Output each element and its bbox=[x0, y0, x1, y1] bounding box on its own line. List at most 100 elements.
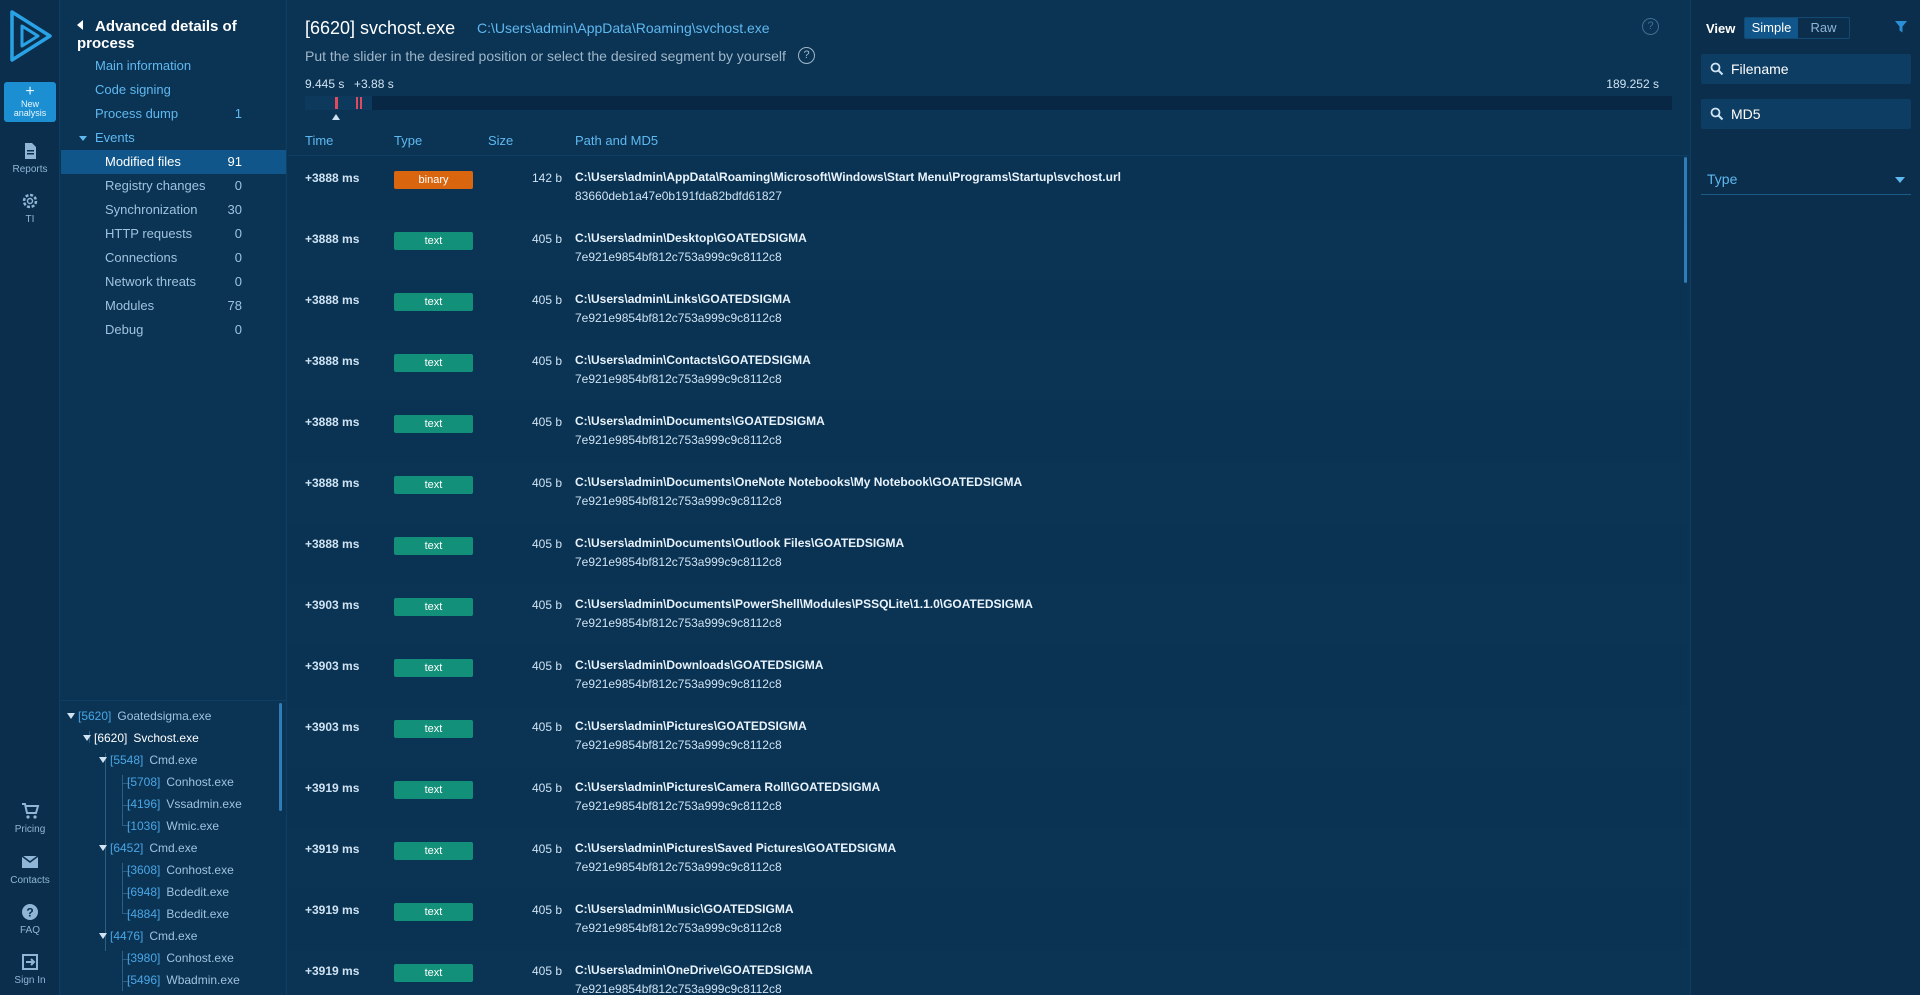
tree-node-name: Conhost.exe bbox=[166, 863, 234, 877]
row-path[interactable]: C:\Users\admin\Pictures\Camera Roll\GOAT… bbox=[575, 780, 880, 794]
new-analysis-button[interactable]: + New analysis bbox=[4, 82, 56, 122]
row-path[interactable]: C:\Users\admin\Links\GOATEDSIGMA bbox=[575, 292, 791, 306]
timeline-slider[interactable] bbox=[305, 96, 1672, 110]
row-path[interactable]: C:\Users\admin\OneDrive\GOATEDSIGMA bbox=[575, 963, 813, 977]
tree-node-name: Cmd.exe bbox=[149, 753, 198, 767]
table-row[interactable]: +3919 ms text 405 b C:\Users\admin\Music\GO… bbox=[288, 889, 1687, 950]
table-row[interactable]: +3888 ms text 405 b C:\Users\admin\Links\GO… bbox=[288, 279, 1687, 340]
row-md5[interactable]: 7e921e9854bf812c753a999c9c8112c8 bbox=[575, 555, 782, 569]
table-row[interactable]: +3903 ms text 405 b C:\Users\admin\Pictures… bbox=[288, 706, 1687, 767]
row-md5[interactable]: 7e921e9854bf812c753a999c9c8112c8 bbox=[575, 372, 782, 386]
reports-button[interactable]: Reports bbox=[0, 141, 60, 175]
ti-button[interactable]: TI bbox=[0, 191, 60, 225]
row-md5[interactable]: 7e921e9854bf812c753a999c9c8112c8 bbox=[575, 860, 782, 874]
contacts-button[interactable]: Contacts bbox=[0, 852, 60, 886]
tree-node-selected[interactable]: [6620] Svchost.exe bbox=[83, 728, 199, 748]
row-md5[interactable]: 7e921e9854bf812c753a999c9c8112c8 bbox=[575, 677, 782, 691]
nav-code-signing[interactable]: Code signing bbox=[61, 78, 286, 102]
tree-node[interactable]: [5496] Wbadmin.exe bbox=[127, 970, 240, 990]
row-path[interactable]: C:\Users\admin\Documents\Outlook Files\G… bbox=[575, 536, 904, 550]
nav-process-dump[interactable]: Process dump 1 bbox=[61, 102, 286, 126]
table-row[interactable]: +3888 ms binary 142 b C:\Users\admin\AppDat… bbox=[288, 157, 1687, 218]
table-row[interactable]: +3919 ms text 405 b C:\Users\admin\OneDrive… bbox=[288, 950, 1687, 995]
tree-node[interactable]: [5620] Goatedsigma.exe bbox=[67, 706, 211, 726]
row-path[interactable]: C:\Users\admin\Contacts\GOATEDSIGMA bbox=[575, 353, 811, 367]
row-path[interactable]: C:\Users\admin\Music\GOATEDSIGMA bbox=[575, 902, 793, 916]
mail-icon bbox=[21, 855, 39, 868]
table-row[interactable]: +3888 ms text 405 b C:\Users\admin\Document… bbox=[288, 523, 1687, 584]
question-icon[interactable]: ? bbox=[798, 47, 815, 64]
row-path[interactable]: C:\Users\admin\Documents\PowerShell\Modu… bbox=[575, 597, 1033, 611]
nav-events[interactable]: Events bbox=[61, 126, 286, 150]
tree-node[interactable]: [3980] Conhost.exe bbox=[127, 948, 234, 968]
column-path[interactable]: Path and MD5 bbox=[575, 133, 658, 148]
column-size[interactable]: Size bbox=[488, 133, 513, 148]
table-row[interactable]: +3903 ms text 405 b C:\Users\admin\Download… bbox=[288, 645, 1687, 706]
table-row[interactable]: +3903 ms text 405 b C:\Users\admin\Document… bbox=[288, 584, 1687, 645]
tree-node[interactable]: [3608] Conhost.exe bbox=[127, 860, 234, 880]
row-md5[interactable]: 7e921e9854bf812c753a999c9c8112c8 bbox=[575, 311, 782, 325]
type-select[interactable]: Type bbox=[1701, 163, 1911, 195]
row-md5[interactable]: 7e921e9854bf812c753a999c9c8112c8 bbox=[575, 982, 782, 995]
row-path[interactable]: C:\Users\admin\Downloads\GOATEDSIGMA bbox=[575, 658, 823, 672]
tree-scrollbar[interactable] bbox=[279, 703, 282, 811]
nav-item-network-threats[interactable]: Network threats 0 bbox=[61, 270, 286, 294]
contacts-label: Contacts bbox=[10, 875, 50, 886]
tree-node[interactable]: [5708] Conhost.exe bbox=[127, 772, 234, 792]
table-row[interactable]: +3919 ms text 405 b C:\Users\admin\Pictures… bbox=[288, 828, 1687, 889]
nav-item-modules[interactable]: Modules 78 bbox=[61, 294, 286, 318]
table-scrollbar[interactable] bbox=[1684, 157, 1687, 283]
tree-node[interactable]: [6452] Cmd.exe bbox=[99, 838, 197, 858]
row-md5[interactable]: 7e921e9854bf812c753a999c9c8112c8 bbox=[575, 494, 782, 508]
tree-node[interactable]: [4196] Vssadmin.exe bbox=[127, 794, 242, 814]
help-icon[interactable]: ? bbox=[1642, 18, 1659, 35]
table-row[interactable]: +3888 ms text 405 b C:\Users\admin\Document… bbox=[288, 401, 1687, 462]
row-md5[interactable]: 7e921e9854bf812c753a999c9c8112c8 bbox=[575, 921, 782, 935]
app-logo[interactable] bbox=[8, 8, 54, 64]
column-time[interactable]: Time bbox=[305, 133, 333, 148]
row-md5[interactable]: 7e921e9854bf812c753a999c9c8112c8 bbox=[575, 433, 782, 447]
filename-input[interactable] bbox=[1731, 54, 1906, 84]
faq-button[interactable]: ? FAQ bbox=[0, 902, 60, 936]
view-raw-button[interactable]: Raw bbox=[1798, 18, 1849, 38]
row-md5[interactable]: 7e921e9854bf812c753a999c9c8112c8 bbox=[575, 738, 782, 752]
table-row[interactable]: +3888 ms text 405 b C:\Users\admin\Desktop\… bbox=[288, 218, 1687, 279]
row-md5[interactable]: 83660deb1a47e0b191fda82bdfd61827 bbox=[575, 189, 782, 203]
column-type[interactable]: Type bbox=[394, 133, 422, 148]
tree-node[interactable]: [4884] Bcdedit.exe bbox=[127, 904, 229, 924]
row-path[interactable]: C:\Users\admin\Desktop\GOATEDSIGMA bbox=[575, 231, 807, 245]
table-row[interactable]: +3888 ms text 405 b C:\Users\admin\Contacts… bbox=[288, 340, 1687, 401]
row-path[interactable]: C:\Users\admin\Pictures\Saved Pictures\G… bbox=[575, 841, 896, 855]
row-md5[interactable]: 7e921e9854bf812c753a999c9c8112c8 bbox=[575, 616, 782, 630]
nav-item-debug[interactable]: Debug 0 bbox=[61, 318, 286, 342]
row-path[interactable]: C:\Users\admin\Documents\OneNote Noteboo… bbox=[575, 475, 1022, 489]
nav-item-registry-changes[interactable]: Registry changes 0 bbox=[61, 174, 286, 198]
filter-icon[interactable] bbox=[1894, 20, 1908, 34]
row-md5[interactable]: 7e921e9854bf812c753a999c9c8112c8 bbox=[575, 250, 782, 264]
row-md5[interactable]: 7e921e9854bf812c753a999c9c8112c8 bbox=[575, 799, 782, 813]
type-badge: text bbox=[394, 659, 473, 677]
nav-main-information[interactable]: Main information bbox=[61, 54, 286, 78]
slider-handle-icon[interactable] bbox=[332, 114, 340, 120]
nav-item-modified-files[interactable]: Modified files 91 bbox=[61, 150, 286, 174]
nav-title[interactable]: Advanced details of process bbox=[77, 18, 286, 52]
tree-node[interactable]: [6948] Bcdedit.exe bbox=[127, 882, 229, 902]
table-row[interactable]: +3888 ms text 405 b C:\Users\admin\Document… bbox=[288, 462, 1687, 523]
nav-item-http-requests[interactable]: HTTP requests 0 bbox=[61, 222, 286, 246]
view-simple-button[interactable]: Simple bbox=[1745, 18, 1798, 38]
nav-item-count: 0 bbox=[234, 322, 242, 337]
md5-filter bbox=[1701, 99, 1911, 129]
tree-node[interactable]: [4476] Cmd.exe bbox=[99, 926, 197, 946]
table-row[interactable]: +3919 ms text 405 b C:\Users\admin\Pictures… bbox=[288, 767, 1687, 828]
row-path[interactable]: C:\Users\admin\AppData\Roaming\Microsoft… bbox=[575, 170, 1121, 184]
row-path[interactable]: C:\Users\admin\Documents\GOATEDSIGMA bbox=[575, 414, 825, 428]
pricing-button[interactable]: Pricing bbox=[0, 801, 60, 835]
ti-label: TI bbox=[25, 214, 35, 225]
tree-node[interactable]: [1036] Wmic.exe bbox=[127, 816, 219, 836]
tree-node[interactable]: [5548] Cmd.exe bbox=[99, 750, 197, 770]
row-path[interactable]: C:\Users\admin\Pictures\GOATEDSIGMA bbox=[575, 719, 807, 733]
sign-in-button[interactable]: Sign In bbox=[0, 952, 60, 986]
nav-item-connections[interactable]: Connections 0 bbox=[61, 246, 286, 270]
md5-input[interactable] bbox=[1731, 99, 1906, 129]
nav-item-synchronization[interactable]: Synchronization 30 bbox=[61, 198, 286, 222]
